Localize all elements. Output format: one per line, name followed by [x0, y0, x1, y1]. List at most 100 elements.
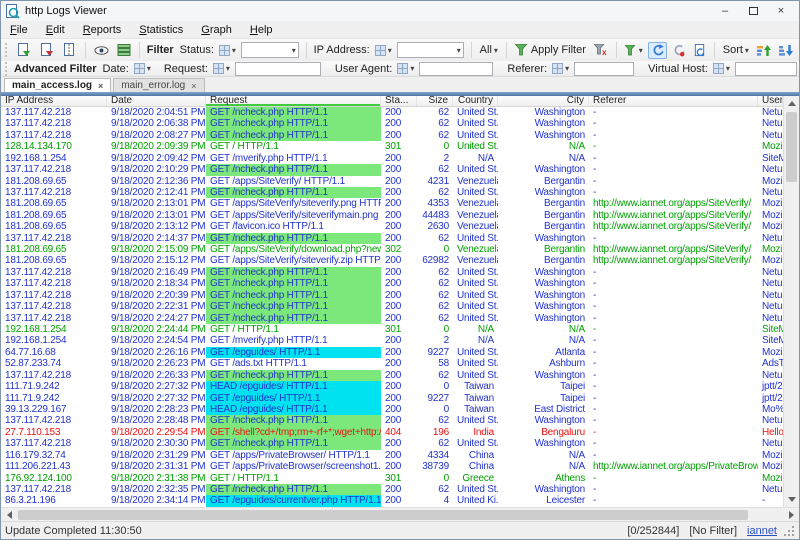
filter-options-dropdown[interactable]: ▾ — [622, 43, 646, 58]
sort-descending-button[interactable] — [776, 42, 796, 59]
virtual-host-filter-input[interactable] — [735, 62, 797, 76]
table-row[interactable]: 181.208.69.659/18/2020 2:13:01 PMGET /ap… — [1, 210, 783, 221]
table-row[interactable]: 137.117.42.2189/18/2020 2:18:34 PMGET /n… — [1, 278, 783, 289]
table-row[interactable]: 111.71.9.2429/18/2020 2:27:32 PMGET /epg… — [1, 393, 783, 404]
city-cell: Bergantin — [498, 221, 589, 232]
table-row[interactable]: 116.179.32.749/18/2020 2:31:29 PMGET /ap… — [1, 450, 783, 461]
referer-filter-input[interactable] — [574, 62, 634, 76]
menu-reports[interactable]: Reports — [74, 22, 131, 38]
maximize-button[interactable] — [739, 2, 767, 20]
table-row[interactable]: 137.117.42.2189/18/2020 2:06:38 PMGET /n… — [1, 118, 783, 129]
all-dropdown-button[interactable]: All▾ — [477, 42, 501, 58]
table-row[interactable]: 181.208.69.659/18/2020 2:13:12 PMGET /fa… — [1, 221, 783, 232]
resize-grip[interactable] — [783, 525, 795, 537]
table-row[interactable]: 137.117.42.2189/18/2020 2:12:41 PMGET /n… — [1, 187, 783, 198]
menu-edit[interactable]: Edit — [37, 22, 74, 38]
scroll-left-icon[interactable] — [1, 508, 17, 522]
user-agent-grid-dropdown[interactable]: ▾ — [397, 63, 414, 74]
reload-file-button[interactable] — [690, 42, 709, 59]
table-row[interactable]: 86.3.21.1969/18/2020 2:34:14 PMGET /epgu… — [1, 495, 783, 506]
table-row[interactable]: 137.117.42.2189/18/2020 2:22:31 PMGET /n… — [1, 301, 783, 312]
table-row[interactable]: 52.87.233.749/18/2020 2:26:23 PMGET /ads… — [1, 358, 783, 369]
status-filter-combobox[interactable]: ▾ — [241, 42, 299, 58]
menu-file[interactable]: File — [1, 22, 37, 38]
open-log-button[interactable] — [13, 41, 34, 60]
scroll-up-icon[interactable] — [784, 96, 799, 111]
column-header-city[interactable]: City — [498, 96, 589, 106]
column-header-ip-address[interactable]: IP Address — [1, 96, 107, 106]
table-row[interactable]: 192.168.1.2549/18/2020 2:24:44 PMGET / H… — [1, 324, 783, 335]
table-row[interactable]: 137.117.42.2189/18/2020 2:10:29 PMGET /n… — [1, 164, 783, 175]
stop-refresh-button[interactable] — [669, 42, 688, 59]
table-row[interactable]: 181.208.69.659/18/2020 2:13:01 PMGET /ap… — [1, 198, 783, 209]
column-header-request[interactable]: Request — [206, 96, 381, 106]
scroll-down-icon[interactable] — [784, 492, 799, 507]
table-row[interactable]: 137.117.42.2189/18/2020 2:16:49 PMGET /n… — [1, 267, 783, 278]
table-row[interactable]: 111.71.9.2429/18/2020 2:27:32 PMHEAD /ep… — [1, 381, 783, 392]
sort-ascending-button[interactable] — [754, 42, 774, 59]
menu-statistics[interactable]: Statistics — [130, 22, 192, 38]
column-header-date[interactable]: Date — [107, 96, 206, 106]
table-row[interactable]: 181.208.69.659/18/2020 2:15:12 PMGET /ap… — [1, 255, 783, 266]
tab-main-access-log[interactable]: main_access.log × — [4, 78, 111, 92]
open-zip-log-button[interactable] — [59, 41, 80, 60]
close-log-button[interactable] — [36, 41, 57, 60]
table-row[interactable]: 137.117.42.2189/18/2020 2:28:48 PMGET /n… — [1, 415, 783, 426]
column-header-sta[interactable]: Sta... — [381, 96, 417, 106]
horizontal-scrollbar[interactable] — [1, 507, 799, 521]
table-row[interactable]: 137.117.42.2189/18/2020 2:14:37 PMGET /n… — [1, 233, 783, 244]
refresh-button[interactable] — [648, 42, 667, 59]
table-row[interactable]: 137.117.42.2189/18/2020 2:32:35 PMGET /n… — [1, 484, 783, 495]
database-button[interactable] — [114, 41, 134, 59]
column-header-user-a[interactable]: User A — [758, 96, 783, 106]
close-button[interactable]: × — [767, 2, 795, 20]
user-agent-filter-input[interactable] — [419, 62, 493, 76]
close-tab-icon[interactable]: × — [191, 81, 196, 91]
tab-main-error-log[interactable]: main_error.log × — [113, 78, 204, 92]
table-row[interactable]: 181.208.69.659/18/2020 2:12:36 PMGET /ap… — [1, 176, 783, 187]
date-grid-dropdown[interactable]: ▾ — [134, 63, 151, 74]
referer-cell: http://www.iannet.org/apps/SiteVerify/ — [589, 244, 758, 255]
table-row[interactable]: 137.117.42.2189/18/2020 2:24:27 PMGET /n… — [1, 313, 783, 324]
table-row[interactable]: 137.117.42.2189/18/2020 2:08:27 PMGET /n… — [1, 130, 783, 141]
ip-grid-dropdown[interactable]: ▾ — [375, 45, 392, 56]
table-row[interactable]: 111.206.221.439/18/2020 2:31:31 PMGET /a… — [1, 461, 783, 472]
column-header-referer[interactable]: Referer — [589, 96, 758, 106]
iannet-link[interactable]: iannet — [747, 525, 777, 537]
virtual-host-grid-dropdown[interactable]: ▾ — [713, 63, 730, 74]
close-tab-icon[interactable]: × — [98, 81, 103, 91]
column-header-size[interactable]: Size — [417, 96, 453, 106]
menu-graph[interactable]: Graph — [192, 22, 241, 38]
menu-help[interactable]: Help — [241, 22, 282, 38]
ip-address-cell: 181.208.69.65 — [1, 221, 107, 232]
status-cell: 301 — [381, 141, 417, 152]
table-row[interactable]: 192.168.1.2549/18/2020 2:09:42 PMGET /mv… — [1, 153, 783, 164]
ip-filter-combobox[interactable]: ▾ — [397, 42, 464, 58]
view-button[interactable] — [91, 42, 112, 59]
table-row[interactable]: 137.117.42.2189/18/2020 2:20:39 PMGET /n… — [1, 290, 783, 301]
request-grid-dropdown[interactable]: ▾ — [213, 63, 230, 74]
table-row[interactable]: 27.7.110.1539/18/2020 2:29:54 PMGET /she… — [1, 427, 783, 438]
table-row[interactable]: 137.117.42.2189/18/2020 2:26:33 PMGET /n… — [1, 370, 783, 381]
scroll-right-icon[interactable] — [783, 508, 799, 522]
horizontal-scroll-thumb[interactable] — [18, 510, 748, 520]
column-header-country[interactable]: Country — [453, 96, 498, 106]
table-row[interactable]: 137.117.42.2189/18/2020 2:30:30 PMGET /n… — [1, 438, 783, 449]
table-row[interactable]: 176.92.124.1009/18/2020 2:31:38 PMGET / … — [1, 473, 783, 484]
sort-dropdown-button[interactable]: Sort▾ — [720, 42, 752, 58]
apply-filter-button[interactable]: Apply Filter — [512, 42, 589, 58]
table-row[interactable]: 39.13.229.1679/18/2020 2:28:23 PMHEAD /e… — [1, 404, 783, 415]
table-row[interactable]: 192.168.1.2549/18/2020 2:24:54 PMGET /mv… — [1, 335, 783, 346]
clear-filter-button[interactable]: x — [591, 42, 611, 58]
request-filter-input[interactable] — [235, 62, 321, 76]
minimize-button[interactable]: – — [711, 2, 739, 20]
table-row[interactable]: 137.117.42.2189/18/2020 2:04:51 PMGET /n… — [1, 107, 783, 118]
vertical-scroll-thumb[interactable] — [786, 112, 797, 182]
table-row[interactable]: 128.14.134.1709/18/2020 2:09:39 PMGET / … — [1, 141, 783, 152]
table-row[interactable]: 64.77.16.689/18/2020 2:26:16 PMGET /epgu… — [1, 347, 783, 358]
vertical-scrollbar[interactable] — [783, 96, 799, 507]
user-agent-cell: Mozilla — [758, 141, 783, 152]
table-row[interactable]: 181.208.69.659/18/2020 2:15:09 PMGET /ap… — [1, 244, 783, 255]
status-grid-dropdown[interactable]: ▾ — [219, 45, 236, 56]
referer-grid-dropdown[interactable]: ▾ — [552, 63, 569, 74]
